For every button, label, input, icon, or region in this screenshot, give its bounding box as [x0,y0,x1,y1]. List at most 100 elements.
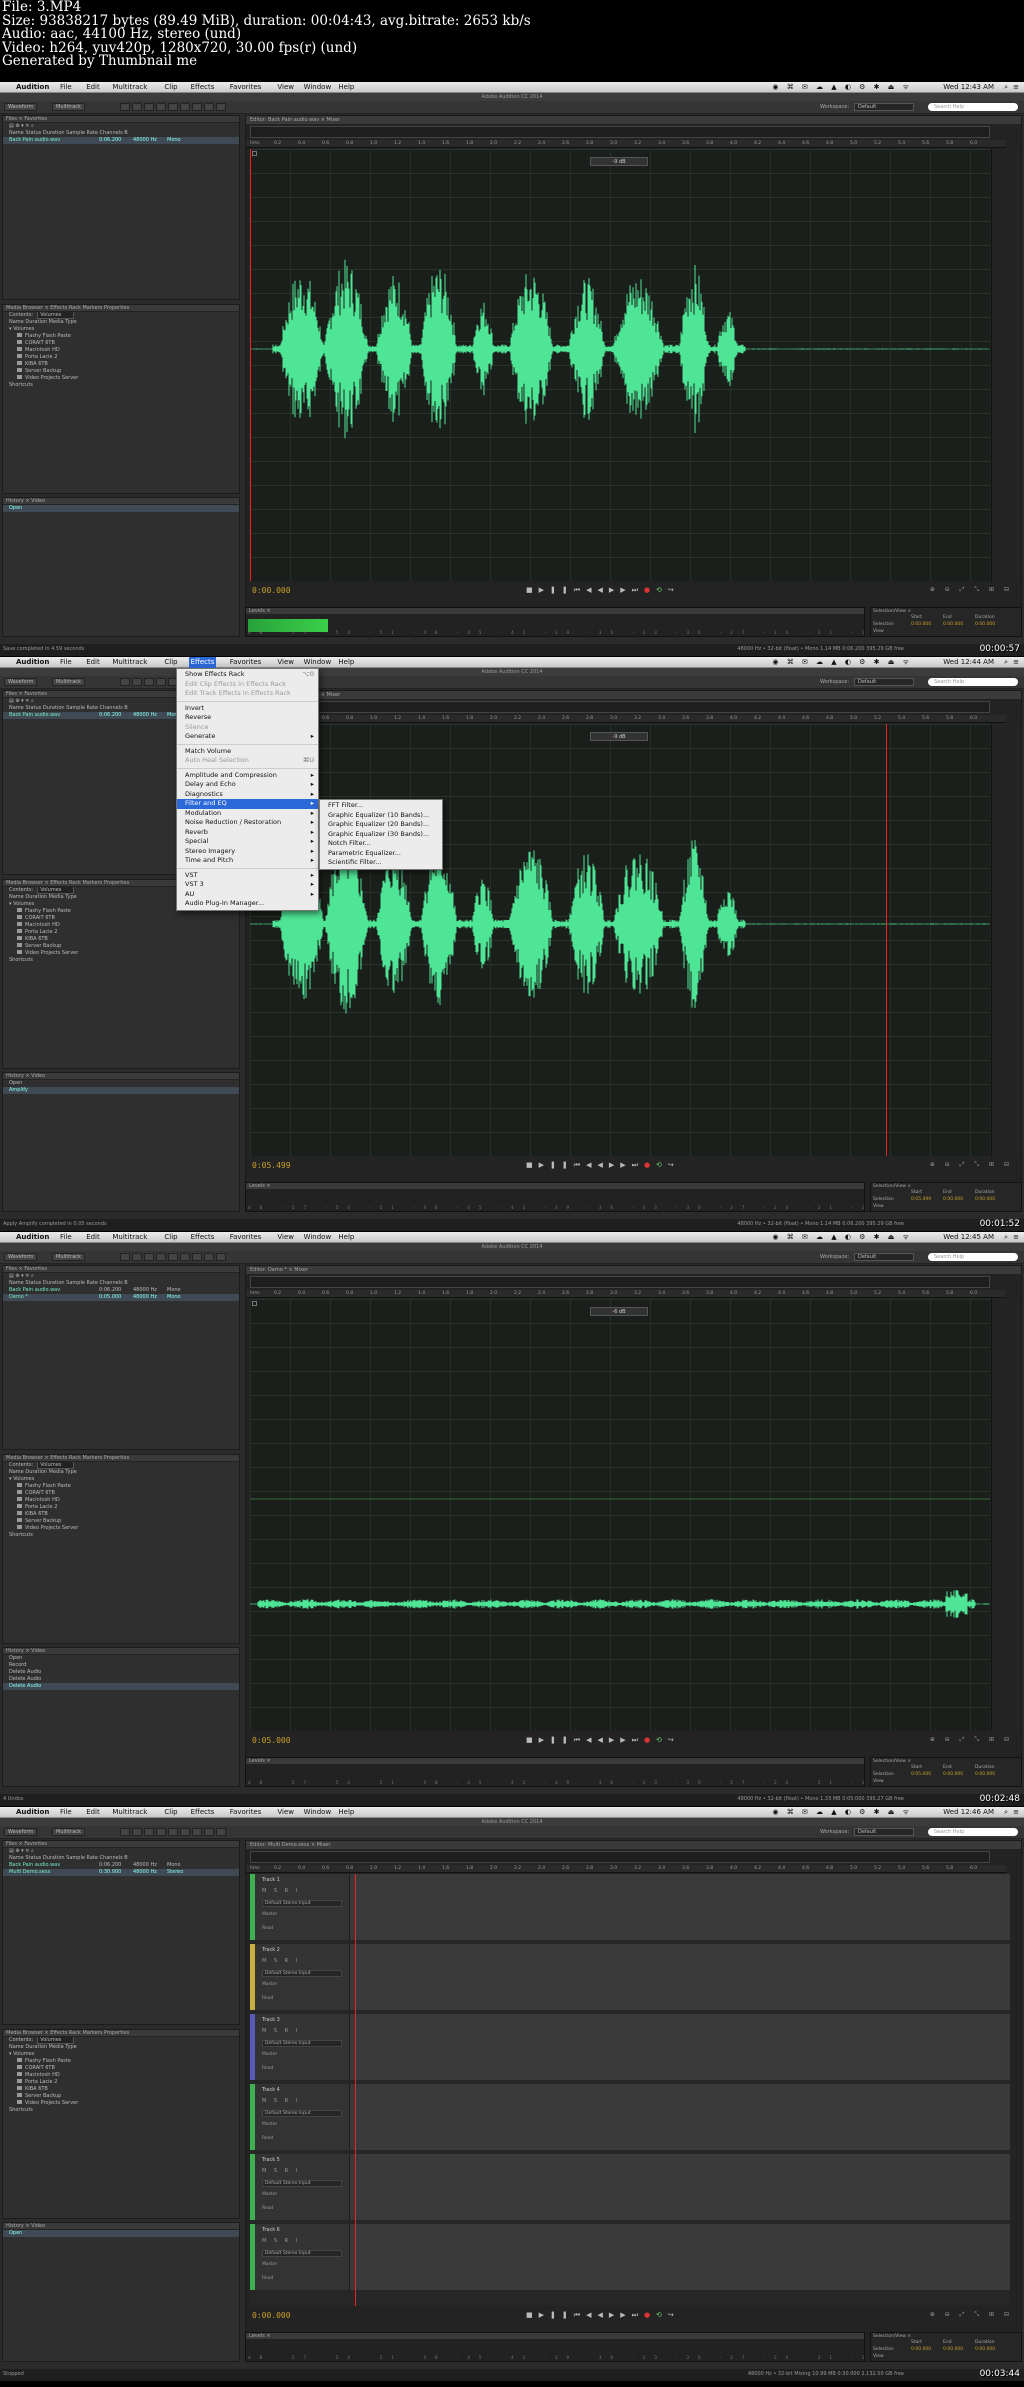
transport-button-2[interactable]: ❚❚ [550,586,574,594]
waveform-mode-button[interactable]: Waveform [4,678,38,686]
transport-button-0[interactable]: ■ [526,586,539,594]
transport-button-7[interactable]: ● [644,2311,656,2319]
selection-end[interactable]: 0:00.000 [943,622,963,627]
track-buttons[interactable]: M S R I [262,1958,300,1964]
shortcuts-group[interactable]: Shortcuts [3,2107,239,2114]
menu-file[interactable]: File [58,82,74,93]
settings-icon[interactable] [252,1301,257,1306]
track-input[interactable]: Default Stereo Input [262,2110,342,2117]
volume-item[interactable]: Porta Lacie 2 [3,354,239,361]
transport-button-1[interactable]: ▶ [539,1736,550,1744]
volume-item[interactable]: KIBA 6TB [3,2086,239,2093]
razor-tool-icon[interactable] [144,1253,154,1261]
file-item[interactable]: Multi Demo.sesx 0:30.000 48000 Hz Stereo [3,1869,239,1876]
effects-menu-item[interactable]: Time and Pitch ▸ [177,856,318,866]
selection-end[interactable]: 0:00.000 [943,1772,963,1777]
zoom-controls[interactable]: ⊕ ⊖ ⤢ ⤡ ⊞ ⊟ [930,1736,1013,1744]
history-item[interactable]: Delete Audio [3,1676,239,1683]
time-ruler[interactable]: hms 0.2 0.4 0.6 0.8 1.0 1.2 1.4 1.6 1.8 2.0 2.2 2.4 2… [246,1290,1006,1298]
track-name[interactable]: Track 1 [262,1877,280,1883]
razor-tool-icon[interactable] [144,103,154,111]
menu-help[interactable]: Help [336,1232,356,1243]
track[interactable]: Track 1 M S R I Default Stereo Input Master… [250,1874,1010,1940]
menu-view[interactable]: View [275,1232,296,1243]
transport-button-7[interactable]: ● [644,586,656,594]
track-master[interactable]: Master [262,1982,277,1987]
menu-multitrack[interactable]: Multitrack [110,1232,149,1243]
menu-effects[interactable]: Effects [189,82,217,93]
waveform-mode-button[interactable]: Waveform [4,103,38,111]
menu-view[interactable]: View [275,82,296,93]
spot-heal-icon[interactable] [216,1828,226,1836]
menu-multitrack[interactable]: Multitrack [110,657,149,668]
multitrack-mode-button[interactable]: Multitrack [52,1828,85,1836]
menu-clock[interactable]: Wed 12:43 AM [941,82,996,93]
submenu-item[interactable]: Graphic Equalizer (20 Bands)... [320,820,442,830]
volume-item[interactable]: Server Backup [3,2093,239,2100]
notification-list-icon[interactable]: ≡ [1011,82,1021,93]
transport-button-2[interactable]: ❚❚ [550,2311,574,2319]
razor-tool-icon[interactable] [144,1828,154,1836]
track-read-mode[interactable]: Read [262,2276,273,2281]
transport-button-3[interactable]: ⏮ [574,2311,586,2319]
menu-favorites[interactable]: Favorites [228,657,264,668]
selection-start[interactable]: 0:05.000 [911,1772,931,1777]
effects-menu-item[interactable]: VST 3 ▸ [177,880,318,890]
playhead[interactable] [355,1874,356,2306]
app-menu[interactable]: Audition [14,1807,51,1818]
menu-clock[interactable]: Wed 12:46 AM [941,1807,996,1818]
shortcuts-group[interactable]: Shortcuts [3,382,239,389]
volume-item[interactable]: Server Backup [3,943,239,950]
slip-tool-icon[interactable] [156,1828,166,1836]
menu-favorites[interactable]: Favorites [228,82,264,93]
editor-tabs[interactable]: Editor: Multi Demo.sesx × Mixer [246,1841,1021,1849]
transport-button-0[interactable]: ■ [526,1736,539,1744]
system-tray-icons[interactable]: ◉ ⌘ ✉ ☁ ▲ ◐ ⚙ ✱ ⏏ ᯤ 🔊 [764,657,914,677]
selection-end[interactable]: 0:00.000 [943,2347,963,2352]
effects-menu-item[interactable]: Special ▸ [177,837,318,847]
volumes-group[interactable]: ▾ Volumes [3,326,239,333]
lasso-icon[interactable] [192,1828,202,1836]
volume-item[interactable]: Flashy Flash Paste [3,1483,239,1490]
menu-clip[interactable]: Clip [162,1232,179,1243]
track[interactable]: Track 3 M S R I Default Stereo Input Master… [250,2014,1010,2080]
menu-file[interactable]: File [58,1232,74,1243]
history-item[interactable]: Delete Audio [3,1669,239,1676]
menu-clock[interactable]: Wed 12:45 AM [941,1232,996,1243]
transport-button-7[interactable]: ● [644,1161,656,1169]
file-item[interactable]: Back Pain audio.wav 0:06.200 48000 Hz Mono [3,1287,239,1294]
selection-duration[interactable]: 0:00.000 [975,2347,995,2352]
select-tool-icon[interactable] [120,1253,130,1261]
menu-multitrack[interactable]: Multitrack [110,82,149,93]
effects-menu-item[interactable]: Amplitude and Compression ▸ [177,771,318,781]
menu-edit[interactable]: Edit [84,1232,102,1243]
marquee-icon[interactable] [180,1253,190,1261]
track-input[interactable]: Default Stereo Input [262,2040,342,2047]
effects-menu-item[interactable]: Diagnostics ▸ [177,790,318,800]
selection-end[interactable]: 0:00.000 [943,1197,963,1202]
workspace-select[interactable]: Default [854,1253,914,1261]
transport-button-7[interactable]: ● [644,1736,656,1744]
volume-item[interactable]: KIBA 6TB [3,936,239,943]
track-lane[interactable] [350,2084,1010,2150]
history-panel-tabs[interactable]: History × Video [3,2223,239,2230]
hud-gain-control[interactable]: -9 dB [590,732,648,741]
track-read-mode[interactable]: Read [262,1996,273,2001]
move-tool-icon[interactable] [132,678,142,686]
app-menu[interactable]: Audition [14,657,51,668]
marquee-icon[interactable] [180,103,190,111]
transport-button-6[interactable]: ⏭ [632,2311,644,2319]
effects-menu-item[interactable]: Filter and EQ ▸ [177,799,318,809]
effects-menu-item[interactable]: AU ▸ [177,890,318,900]
history-item[interactable]: Open [3,2230,239,2237]
spot-heal-icon[interactable] [216,1253,226,1261]
files-panel-tabs[interactable]: Files × Favorites [3,1266,239,1273]
effects-menu-item[interactable]: Reverb ▸ [177,828,318,838]
history-item[interactable]: Delete Audio [3,1683,239,1690]
transport-button-8[interactable]: ⟲ [656,586,668,594]
menu-edit[interactable]: Edit [84,1807,102,1818]
overview-bar[interactable] [250,126,990,138]
zoom-controls[interactable]: ⊕ ⊖ ⤢ ⤡ ⊞ ⊟ [930,586,1013,594]
track-master[interactable]: Master [262,2122,277,2127]
menu-window[interactable]: Window [302,82,334,93]
